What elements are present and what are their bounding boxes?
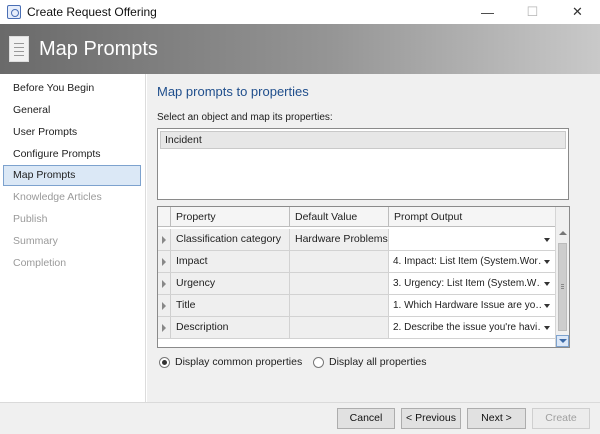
grid-header: Property Default Value Prompt Output — [158, 207, 556, 227]
default-value-cell — [290, 317, 389, 338]
row-expand-icon[interactable] — [158, 295, 171, 316]
property-cell: Urgency — [171, 273, 290, 294]
chevron-down-icon[interactable] — [544, 282, 550, 286]
nav-item-configure-prompts[interactable]: Configure Prompts — [3, 144, 141, 165]
table-row[interactable]: Urgency 3. Urgency: List Item (System.W… — [158, 273, 556, 295]
chevron-down-icon[interactable] — [544, 238, 550, 242]
nav-item-general[interactable]: General — [3, 100, 141, 121]
prompt-output-value: 1. Which Hardware Issue are yo… — [393, 300, 541, 311]
table-row[interactable]: Title 1. Which Hardware Issue are yo… — [158, 295, 556, 317]
nav-item-before-you-begin[interactable]: Before You Begin — [3, 78, 141, 99]
object-prompt-label: Select an object and map its properties: — [157, 112, 333, 123]
default-value-cell — [290, 251, 389, 272]
radio-common-properties[interactable] — [159, 356, 170, 368]
minimize-button[interactable]: — — [465, 0, 510, 24]
property-cell: Classification category — [171, 229, 290, 250]
create-button: Create — [532, 408, 590, 429]
prompt-output-dropdown[interactable]: 3. Urgency: List Item (System.W… — [389, 273, 555, 294]
table-row[interactable]: Description 2. Describe the issue you're… — [158, 317, 556, 339]
property-cell: Title — [171, 295, 290, 316]
section-heading: Map prompts to properties — [157, 84, 309, 99]
next-button[interactable]: Next > — [467, 408, 526, 429]
scroll-up-icon[interactable] — [559, 231, 567, 235]
row-expand-icon[interactable] — [158, 229, 171, 250]
prompt-output-dropdown[interactable]: 4. Impact: List Item (System.Wor… — [389, 251, 555, 272]
chevron-down-icon[interactable] — [544, 260, 550, 264]
property-cell: Impact — [171, 251, 290, 272]
nav-item-map-prompts[interactable]: Map Prompts — [3, 165, 141, 186]
window-title: Create Request Offering — [27, 5, 157, 19]
column-header-property[interactable]: Property — [171, 207, 290, 226]
prompt-output-value: 2. Describe the issue you're havi… — [393, 322, 541, 333]
column-header-prompt-output[interactable]: Prompt Output — [389, 207, 556, 226]
nav-item-completion: Completion — [13, 257, 67, 269]
default-value-cell — [290, 273, 389, 294]
table-row[interactable]: Classification category Hardware Problem… — [158, 229, 556, 251]
page-title: Map Prompts — [39, 37, 158, 60]
display-common-option[interactable]: Display common properties — [159, 356, 302, 368]
document-icon — [9, 36, 29, 62]
grid-scrollbar[interactable] — [555, 207, 569, 347]
nav-item-summary: Summary — [13, 235, 58, 247]
header-row-selector — [158, 207, 171, 226]
nav-item-knowledge-articles: Knowledge Articles — [13, 191, 102, 203]
cancel-button[interactable]: Cancel — [337, 408, 395, 429]
object-item-incident[interactable]: Incident — [160, 131, 566, 149]
title-bar: Create Request Offering — ☐ ✕ — [0, 0, 600, 24]
row-expand-icon[interactable] — [158, 251, 171, 272]
prompt-output-dropdown[interactable] — [389, 229, 555, 250]
property-grid: Property Default Value Prompt Output Cla… — [157, 206, 570, 348]
close-button[interactable]: ✕ — [555, 0, 600, 24]
prompt-output-dropdown[interactable]: 2. Describe the issue you're havi… — [389, 317, 555, 338]
default-value-cell — [290, 295, 389, 316]
row-expand-icon[interactable] — [158, 317, 171, 338]
app-icon — [7, 5, 21, 19]
nav-item-user-prompts[interactable]: User Prompts — [3, 122, 141, 143]
previous-button[interactable]: < Previous — [401, 408, 461, 429]
main-panel: Map prompts to properties Select an obje… — [147, 74, 600, 402]
radio-common-label: Display common properties — [175, 356, 303, 368]
table-row[interactable]: Impact 4. Impact: List Item (System.Wor… — [158, 251, 556, 273]
chevron-down-icon[interactable] — [544, 304, 550, 308]
row-expand-icon[interactable] — [158, 273, 171, 294]
radio-all-properties[interactable] — [313, 356, 324, 368]
scroll-down-icon[interactable] — [556, 335, 569, 347]
default-value-cell: Hardware Problems — [290, 229, 389, 250]
radio-all-label: Display all properties — [329, 356, 427, 368]
scrollbar-thumb[interactable] — [558, 243, 567, 331]
wizard-banner: Map Prompts — [0, 24, 600, 74]
prompt-output-value: 3. Urgency: List Item (System.W… — [393, 278, 541, 289]
property-cell: Description — [171, 317, 290, 338]
column-header-default-value[interactable]: Default Value — [290, 207, 389, 226]
nav-item-publish: Publish — [13, 213, 48, 225]
maximize-button[interactable]: ☐ — [510, 0, 555, 24]
wizard-nav: Before You Begin General User Prompts Co… — [0, 74, 146, 402]
display-all-option[interactable]: Display all properties — [313, 356, 426, 368]
object-list[interactable]: Incident — [157, 128, 569, 200]
window-controls: — ☐ ✕ — [465, 0, 600, 24]
chevron-down-icon[interactable] — [544, 326, 550, 330]
prompt-output-value: 4. Impact: List Item (System.Wor… — [393, 256, 541, 267]
prompt-output-dropdown[interactable]: 1. Which Hardware Issue are yo… — [389, 295, 555, 316]
wizard-footer: Cancel < Previous Next > Create — [0, 402, 600, 434]
